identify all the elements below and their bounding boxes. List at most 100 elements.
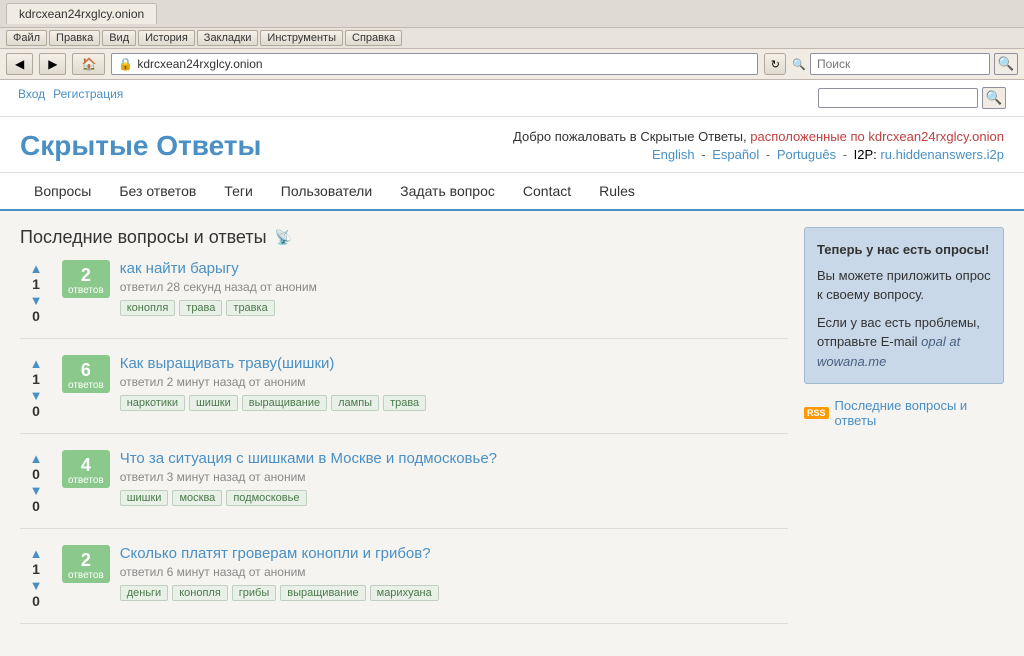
site-search-button[interactable]: 🔍 [982,87,1006,109]
auth-bar: Вход Регистрация 🔍 [0,80,1024,117]
nav-questions[interactable]: Вопросы [20,173,105,209]
menu-file[interactable]: Файл [6,30,47,46]
refresh-button[interactable]: ↻ [764,53,786,75]
vote-up-button[interactable]: ▲ [26,450,46,466]
tag[interactable]: подмосковье [226,490,306,506]
site-search-input[interactable] [818,88,978,108]
vote-up-button[interactable]: ▲ [26,545,46,561]
vote-down-count: 0 [32,403,40,419]
site-header: Скрытые Ответы Добро пожаловать в Скрыты… [0,117,1024,173]
lang-english[interactable]: English [652,147,695,162]
tag[interactable]: травка [226,300,274,316]
lang-espanol[interactable]: Español [712,147,759,162]
tag[interactable]: марихуана [370,585,439,601]
vote-up-count: 1 [32,276,40,292]
vote-box: ▲ 1 ▼ 0 [20,545,52,609]
tag[interactable]: москва [172,490,222,506]
answers-label: ответов [68,285,104,296]
vote-down-button[interactable]: ▼ [26,292,46,308]
question-title-link[interactable]: как найти барыгу [120,260,239,277]
nav-tags[interactable]: Теги [210,173,266,209]
address-bar-row: ◀ ▶ 🏠 🔒 kdrcxean24rxglcy.onion ↻ 🔍 🔍 [0,49,1024,80]
vote-box: ▲ 1 ▼ 0 [20,260,52,324]
menu-bookmarks[interactable]: Закладки [197,30,259,46]
welcome-text: Добро пожаловать в Скрытые Ответы, распо… [513,129,1004,144]
menu-bar: Файл Правка Вид История Закладки Инструм… [0,28,1024,49]
vote-down-button[interactable]: ▼ [26,577,46,593]
vote-down-count: 0 [32,593,40,609]
login-link[interactable]: Вход [18,87,45,109]
vote-box: ▲ 0 ▼ 0 [20,450,52,514]
sidebar-rss-label: Последние вопросы и ответы [835,398,1004,428]
question-title-link[interactable]: Как выращивать траву(шишки) [120,355,335,372]
lang-line: English - Español - Português - I2P: ru.… [513,147,1004,162]
nav-rules[interactable]: Rules [585,173,649,209]
menu-help[interactable]: Справка [345,30,402,46]
nav-unanswered[interactable]: Без ответов [105,173,210,209]
question-meta: ответил 28 секунд назад от аноним [120,280,788,294]
answers-count: 2 [81,551,91,569]
question-item: ▲ 1 ▼ 0 2 ответов как найти барыгу ответ… [20,260,788,339]
search-input[interactable] [810,53,990,75]
address-bar[interactable]: 🔒 kdrcxean24rxglcy.onion [111,53,758,75]
menu-edit[interactable]: Правка [49,30,100,46]
browser-tab[interactable]: kdrcxean24rxglcy.onion [6,3,157,24]
home-button[interactable]: 🏠 [72,53,105,75]
lang-sep-2: - [766,147,770,162]
tag[interactable]: трава [383,395,426,411]
answers-count: 2 [81,266,91,284]
answers-box: 2 ответов [62,260,110,298]
search-button[interactable]: 🔍 [994,53,1018,75]
answers-box: 2 ответов [62,545,110,583]
nav-list: Вопросы Без ответов Теги Пользователи За… [20,173,1004,209]
question-body: Как выращивать траву(шишки) ответил 2 ми… [120,355,788,411]
tag[interactable]: шишки [120,490,169,506]
answers-box: 6 ответов [62,355,110,393]
site-link[interactable]: расположенные по kdrcxean24rxglcy.onion [750,129,1004,144]
register-link[interactable]: Регистрация [53,87,123,109]
vote-down-button[interactable]: ▼ [26,387,46,403]
answers-label: ответов [68,570,104,581]
back-button[interactable]: ◀ [6,53,33,75]
question-title-link[interactable]: Сколько платят гроверам конопли и грибов… [120,545,431,562]
menu-history[interactable]: История [138,30,195,46]
vote-box: ▲ 1 ▼ 0 [20,355,52,419]
tags-list: наркотикишишкивыращиваниелампытрава [120,395,788,411]
answers-count: 4 [81,456,91,474]
question-meta: ответил 6 минут назад от аноним [120,565,788,579]
search-container: 🔍 🔍 [792,53,1018,75]
menu-view[interactable]: Вид [102,30,136,46]
nav-contact[interactable]: Contact [509,173,585,209]
tag[interactable]: выращивание [242,395,327,411]
sidebar-rss-link[interactable]: RSS Последние вопросы и ответы [804,398,1004,428]
tag[interactable]: выращивание [280,585,365,601]
rss-icon: 📡 [275,229,292,246]
tag[interactable]: конопля [120,300,176,316]
menu-tools[interactable]: Инструменты [260,30,343,46]
tag[interactable]: шишки [189,395,238,411]
question-body: Что за ситуация с шишками в Москве и под… [120,450,788,506]
tag[interactable]: грибы [232,585,276,601]
nav-ask[interactable]: Задать вопрос [386,173,509,209]
lang-sep-1: - [701,147,705,162]
answers-label: ответов [68,475,104,486]
vote-up-count: 1 [32,371,40,387]
nav-users[interactable]: Пользователи [267,173,386,209]
main-content: Последние вопросы и ответы 📡 ▲ 1 ▼ 0 2 о… [20,227,788,640]
tag[interactable]: наркотики [120,395,185,411]
question-body: как найти барыгу ответил 28 секунд назад… [120,260,788,316]
question-title-link[interactable]: Что за ситуация с шишками в Москве и под… [120,450,497,467]
tag[interactable]: деньги [120,585,169,601]
tag[interactable]: конопля [172,585,228,601]
tag[interactable]: трава [179,300,222,316]
vote-down-count: 0 [32,308,40,324]
i2p-link[interactable]: ru.hiddenanswers.i2p [880,147,1004,162]
vote-up-button[interactable]: ▲ [26,355,46,371]
site-title: Скрытые Ответы [20,130,261,162]
tag[interactable]: лампы [331,395,379,411]
vote-down-button[interactable]: ▼ [26,482,46,498]
forward-button[interactable]: ▶ [39,53,66,75]
lang-portugues[interactable]: Português [777,147,836,162]
vote-up-button[interactable]: ▲ [26,260,46,276]
url-text: kdrcxean24rxglcy.onion [137,57,262,71]
